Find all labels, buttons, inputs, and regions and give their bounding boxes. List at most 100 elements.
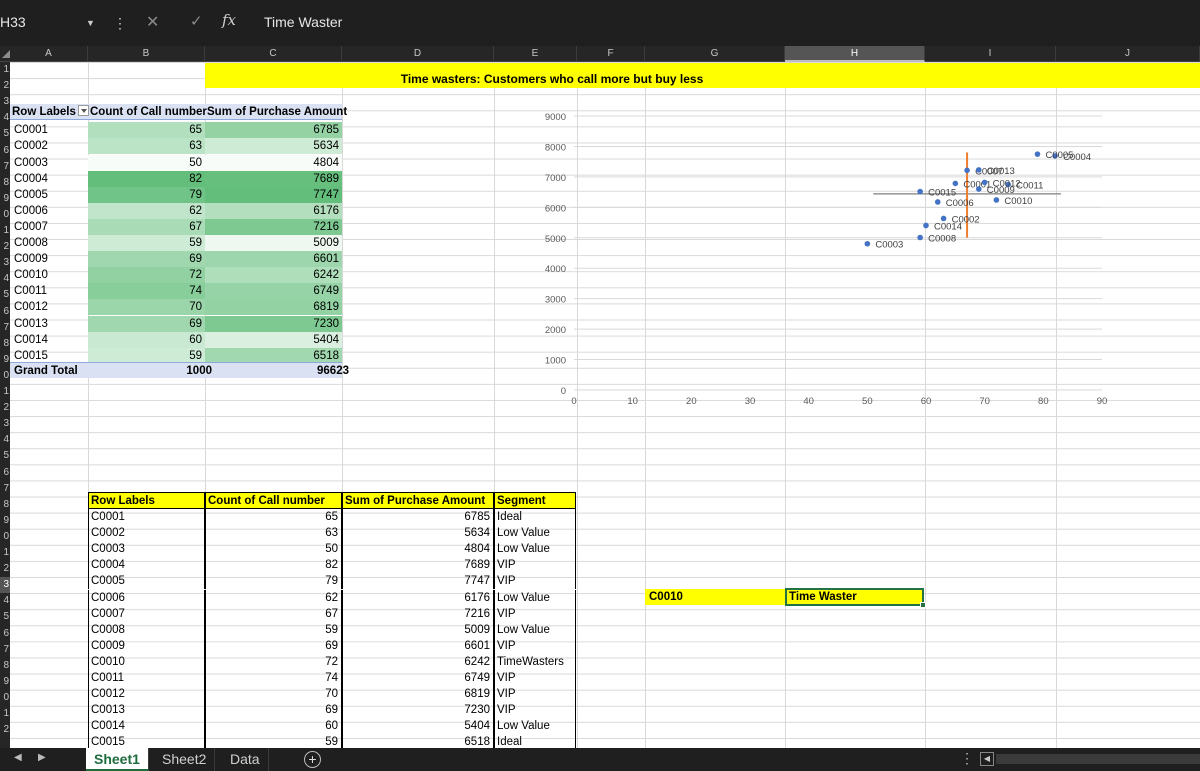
pivot2-amount-cell[interactable]: 6601 (342, 637, 494, 654)
lookup-customer-cell[interactable]: C0010 (645, 589, 785, 605)
row-header[interactable]: 2 (0, 239, 10, 255)
pivot1-count-cell[interactable]: 70 (88, 299, 205, 316)
chevron-down-icon[interactable]: ▼ (86, 18, 95, 28)
tab-scroll-left-icon[interactable]: ◀ (14, 752, 22, 763)
column-header-b[interactable]: B (88, 46, 205, 62)
pivot1-row-label[interactable]: C0009 (14, 251, 48, 267)
row-header[interactable]: 2 (0, 722, 10, 738)
more-options-icon[interactable]: ⋮ (110, 12, 130, 36)
pivot1-row-label[interactable]: C0012 (14, 299, 48, 315)
row-header[interactable]: 2 (0, 400, 10, 416)
pivot1-amount-cell[interactable]: 7230 (205, 315, 342, 332)
pivot1-count-cell[interactable]: 65 (88, 122, 205, 139)
row-header[interactable]: 1 (0, 384, 10, 400)
tab-data[interactable]: Data (222, 748, 269, 771)
row-header[interactable]: 0 (0, 529, 10, 545)
pivot1-amount-cell[interactable]: 7689 (205, 170, 342, 187)
pivot2-segment-cell[interactable]: VIP (494, 573, 576, 590)
more-tabs-icon[interactable]: ⋮ (960, 750, 974, 767)
row-header[interactable]: 5 (0, 609, 10, 625)
pivot2-count-cell[interactable]: 65 (205, 509, 342, 526)
pivot1-count-cell[interactable]: 63 (88, 138, 205, 155)
row-header[interactable]: 7 (0, 481, 10, 497)
pivot2-count-cell[interactable]: 79 (205, 573, 342, 590)
pivot2-count-cell[interactable]: 72 (205, 653, 342, 670)
tab-sheet1[interactable]: Sheet1 (86, 748, 149, 771)
row-header[interactable]: 9 (0, 191, 10, 207)
row-header[interactable]: 6 (0, 304, 10, 320)
pivot1-amount-cell[interactable]: 6785 (205, 122, 342, 139)
pivot1-count-cell[interactable]: 67 (88, 218, 205, 235)
pivot2-row-label[interactable]: C0008 (88, 621, 205, 638)
pivot2-row-label[interactable]: C0007 (88, 605, 205, 622)
formula-input[interactable]: Time Waster (264, 14, 342, 30)
filter-dropdown-icon[interactable] (77, 105, 89, 116)
pivot1-count-cell[interactable]: 60 (88, 331, 205, 348)
row-header[interactable]: 8 (0, 175, 10, 191)
row-header[interactable]: 9 (0, 513, 10, 529)
row-header[interactable]: 9 (0, 674, 10, 690)
pivot2-amount-cell[interactable]: 7689 (342, 557, 494, 574)
row-header[interactable]: 6 (0, 465, 10, 481)
pivot1-count-cell[interactable]: 69 (88, 251, 205, 268)
row-header[interactable]: 7 (0, 159, 10, 175)
pivot2-segment-cell[interactable]: VIP (494, 605, 576, 622)
name-box[interactable]: H33 (0, 10, 112, 38)
pivot2-row-label[interactable]: C0013 (88, 702, 205, 719)
row-header[interactable]: 3 (0, 255, 10, 271)
pivot2-count-cell[interactable]: 69 (205, 702, 342, 719)
pivot2-segment-cell[interactable]: VIP (494, 637, 576, 654)
pivot2-amount-cell[interactable]: 6749 (342, 670, 494, 687)
pivot1-amount-cell[interactable]: 6749 (205, 283, 342, 300)
row-header[interactable]: 8 (0, 497, 10, 513)
pivot2-segment-cell[interactable]: TimeWasters (494, 653, 576, 670)
pivot1-count-cell[interactable]: 50 (88, 154, 205, 171)
pivot2-segment-cell[interactable]: Ideal (494, 509, 576, 526)
pivot1-count-cell[interactable]: 72 (88, 267, 205, 284)
pivot1-row-label[interactable]: C0002 (14, 138, 48, 154)
column-header-i[interactable]: I (925, 46, 1056, 62)
pivot1-row-label[interactable]: C0005 (14, 187, 48, 203)
pivot2-amount-cell[interactable]: 6176 (342, 589, 494, 606)
pivot2-count-cell[interactable]: 70 (205, 686, 342, 703)
row-header[interactable]: 2 (0, 78, 10, 94)
pivot1-row-label[interactable]: C0013 (14, 316, 48, 332)
row-header[interactable]: 7 (0, 642, 10, 658)
pivot1-amount-cell[interactable]: 5404 (205, 331, 342, 348)
row-header[interactable]: 1 (0, 706, 10, 722)
pivot1-amount-cell[interactable]: 6242 (205, 267, 342, 284)
pivot2-count-cell[interactable]: 69 (205, 637, 342, 654)
row-header[interactable]: 1 (0, 545, 10, 561)
pivot2-row-label[interactable]: C0005 (88, 573, 205, 590)
column-header-d[interactable]: D (342, 46, 494, 62)
pivot2-row-label[interactable]: C0014 (88, 718, 205, 735)
pivot2-row-label[interactable]: C0009 (88, 637, 205, 654)
pivot1-count-cell[interactable]: 62 (88, 202, 205, 219)
row-header[interactable]: 5 (0, 287, 10, 303)
column-header-g[interactable]: G (645, 46, 785, 62)
pivot1-row-label[interactable]: C0010 (14, 267, 48, 283)
pivot2-amount-cell[interactable]: 6819 (342, 686, 494, 703)
pivot2-amount-cell[interactable]: 7747 (342, 573, 494, 590)
row-header[interactable]: 5 (0, 448, 10, 464)
pivot2-segment-cell[interactable]: Low Value (494, 541, 576, 558)
add-sheet-icon[interactable]: + (304, 751, 321, 768)
row-header[interactable]: 3 (0, 416, 10, 432)
column-header-e[interactable]: E (494, 46, 577, 62)
pivot2-segment-cell[interactable]: Low Value (494, 589, 576, 606)
pivot2-amount-cell[interactable]: 6785 (342, 509, 494, 526)
pivot2-count-cell[interactable]: 50 (205, 541, 342, 558)
row-header[interactable]: 5 (0, 126, 10, 142)
row-header[interactable]: 0 (0, 207, 10, 223)
pivot1-count-cell[interactable]: 74 (88, 283, 205, 300)
row-header[interactable]: 4 (0, 271, 10, 287)
row-header[interactable]: 3 (0, 94, 10, 110)
pivot1-header[interactable]: Row Labels (12, 104, 89, 120)
pivot2-row-label[interactable]: C0012 (88, 686, 205, 703)
pivot1-amount-cell[interactable]: 6601 (205, 251, 342, 268)
pivot2-segment-cell[interactable]: Low Value (494, 718, 576, 735)
pivot1-amount-cell[interactable]: 7747 (205, 186, 342, 203)
pivot1-amount-cell[interactable]: 6176 (205, 202, 342, 219)
row-header[interactable]: 6 (0, 143, 10, 159)
pivot2-count-cell[interactable]: 63 (205, 525, 342, 542)
